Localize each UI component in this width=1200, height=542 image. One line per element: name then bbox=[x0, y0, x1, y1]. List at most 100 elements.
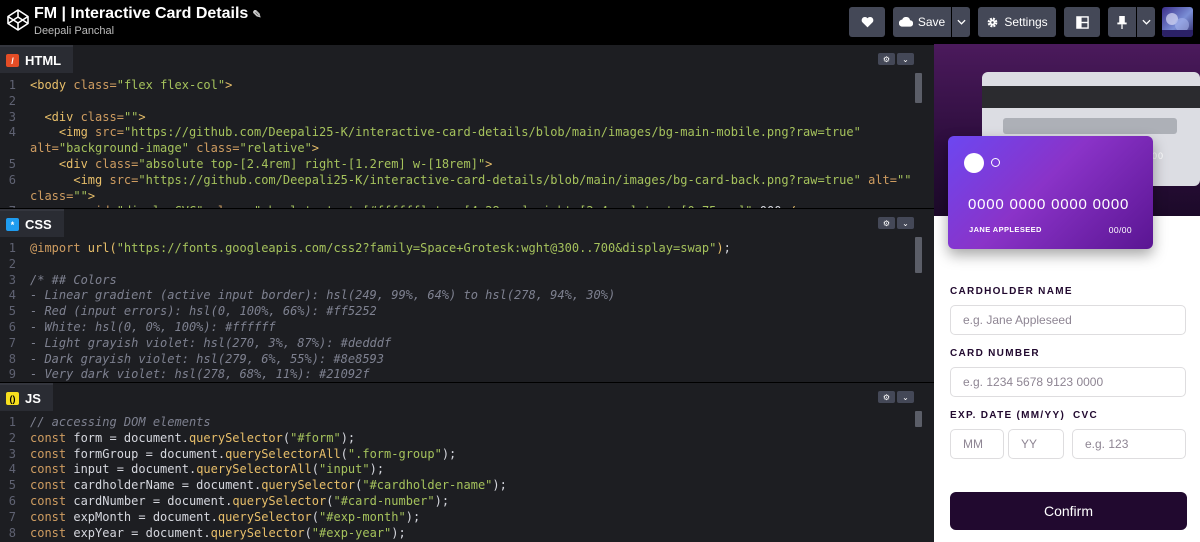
code-text: const form = document.querySelector("#fo… bbox=[30, 430, 355, 446]
code-text: const expYear = document.querySelector("… bbox=[30, 525, 406, 541]
line-number: 5 bbox=[8, 304, 16, 319]
html-scrollbar[interactable] bbox=[915, 73, 922, 103]
chevron-down-icon bbox=[1141, 19, 1151, 25]
code-token: <img bbox=[73, 172, 110, 187]
signature-strip bbox=[1003, 118, 1177, 134]
code-token: class= bbox=[80, 109, 124, 124]
cvc-label: CVC bbox=[1073, 410, 1099, 421]
js-icon: () bbox=[6, 392, 19, 405]
js-collapse-chevron-icon[interactable]: ⌄ bbox=[897, 391, 914, 403]
code-text: const expMonth = document.querySelector(… bbox=[30, 509, 420, 525]
codepen-logo-icon[interactable] bbox=[6, 8, 30, 32]
card-number-input[interactable]: e.g. 1234 5678 9123 0000 bbox=[950, 367, 1186, 397]
css-pane-header: * CSS ⚙ ⌄ bbox=[0, 208, 934, 238]
line-number: 3 bbox=[8, 446, 16, 461]
pen-title[interactable]: FM | Interactive Card Details ✎ bbox=[34, 5, 262, 23]
tab-html[interactable]: / HTML bbox=[0, 45, 74, 74]
tab-css[interactable]: * CSS bbox=[0, 209, 64, 238]
pin-button[interactable] bbox=[1108, 7, 1136, 37]
code-token: const bbox=[30, 509, 74, 524]
tab-js[interactable]: () JS bbox=[0, 383, 53, 412]
magnetic-stripe bbox=[982, 86, 1200, 108]
line-number: 5 bbox=[8, 157, 16, 171]
pin-options-button[interactable] bbox=[1137, 7, 1155, 37]
edit-pencil-icon[interactable]: ✎ bbox=[252, 9, 261, 21]
line-number: 3 bbox=[8, 272, 16, 287]
code-token: ); bbox=[492, 478, 507, 493]
code-token: "https://fonts.googleapis.com/css2?famil… bbox=[116, 241, 717, 255]
code-text: <img src="https://github.com/Deepali25-K… bbox=[30, 124, 861, 140]
line-number: 1 bbox=[8, 415, 16, 429]
css-code-area[interactable]: 1 @import url("https://fonts.googleapis.c… bbox=[0, 237, 934, 382]
code-token: <div bbox=[58, 157, 96, 171]
avatar-image-icon bbox=[1162, 13, 1193, 37]
exp-year-input[interactable]: YY bbox=[1008, 429, 1064, 459]
layout-icon bbox=[1075, 15, 1089, 29]
html-collapse-chevron-icon[interactable]: ⌄ bbox=[897, 53, 914, 65]
code-token: "background-image" bbox=[58, 141, 197, 156]
line-number: 1 bbox=[8, 241, 16, 255]
exp-month-input[interactable]: MM bbox=[950, 429, 1004, 459]
code-token: - Linear gradient (active input border):… bbox=[30, 288, 616, 303]
line-number: 6 bbox=[8, 320, 16, 334]
line-number: 4 bbox=[8, 462, 16, 477]
code-token: ( bbox=[304, 525, 312, 540]
confirm-button[interactable]: Confirm bbox=[950, 492, 1187, 530]
card-logo-circle-icon bbox=[964, 153, 984, 173]
css-collapse-chevron-icon[interactable]: ⌄ bbox=[897, 217, 914, 229]
js-settings-icon[interactable]: ⚙ bbox=[878, 391, 895, 403]
code-token: // accessing DOM elements bbox=[30, 415, 211, 429]
pen-title-text: FM | Interactive Card Details bbox=[34, 5, 249, 22]
js-scrollbar[interactable] bbox=[915, 411, 922, 427]
code-token: ( bbox=[340, 446, 348, 461]
cardholder-name-input[interactable]: e.g. Jane Appleseed bbox=[950, 305, 1186, 335]
code-token: form = document. bbox=[73, 430, 189, 445]
code-text: const input = document.querySelectorAll(… bbox=[30, 461, 384, 477]
cvc-input[interactable]: e.g. 123 bbox=[1072, 429, 1186, 459]
code-text: const cardNumber = document.querySelecto… bbox=[30, 493, 449, 509]
code-token: const bbox=[30, 462, 74, 477]
html-code-area[interactable]: 1 <body class="flex flex-col"> 2 3 <div cla… bbox=[0, 73, 934, 208]
code-token: "https://github.com/Deepali25-K/interact… bbox=[123, 125, 861, 140]
save-button[interactable]: Save bbox=[893, 7, 951, 37]
code-token: class= bbox=[30, 188, 74, 203]
line-number: 2 bbox=[8, 430, 16, 445]
preview-pane: 000 0000 0000 0000 0000 JANE APPLESEED 0… bbox=[934, 44, 1200, 542]
js-code-area[interactable]: 1 // accessing DOM elements 2 const form = … bbox=[0, 411, 934, 542]
change-view-button[interactable] bbox=[1064, 7, 1100, 37]
card-front-exp: 00/00 bbox=[1108, 225, 1132, 235]
code-text: class=""> bbox=[30, 188, 95, 204]
code-token: ( bbox=[311, 462, 320, 477]
code-token: ; bbox=[723, 241, 731, 255]
code-token: "https://github.com/Deepali25-K/interact… bbox=[138, 172, 869, 187]
card-number-label: CARD NUMBER bbox=[950, 348, 1040, 359]
code-token: querySelectorAll bbox=[225, 446, 341, 461]
code-token: src= bbox=[109, 172, 139, 187]
css-scrollbar[interactable] bbox=[915, 237, 922, 273]
author-name[interactable]: Deepali Panchal bbox=[34, 25, 114, 37]
settings-button[interactable]: Settings bbox=[978, 7, 1056, 37]
code-token: ".form-group" bbox=[347, 446, 442, 461]
code-text: - Very dark violet: hsl(278, 68%, 11%): … bbox=[30, 366, 370, 382]
love-button[interactable] bbox=[849, 7, 885, 37]
css-settings-icon[interactable]: ⚙ bbox=[878, 217, 895, 229]
code-token: - Very dark violet: hsl(278, 68%, 11%): … bbox=[30, 367, 370, 382]
save-options-button[interactable] bbox=[952, 7, 970, 37]
code-token: const bbox=[30, 430, 74, 445]
pin-icon bbox=[1117, 15, 1127, 29]
chevron-down-icon bbox=[956, 19, 966, 25]
code-text: - Linear gradient (active input border):… bbox=[30, 287, 615, 303]
code-token: cardholderName = document. bbox=[73, 478, 262, 493]
code-text: - Red (input errors): hsl(0, 100%, 66%):… bbox=[30, 303, 377, 319]
avatar[interactable] bbox=[1162, 7, 1193, 37]
code-token: "" bbox=[123, 109, 139, 124]
code-token: ); bbox=[405, 509, 421, 524]
code-text: <body class="flex flex-col"> bbox=[30, 77, 232, 93]
code-text: - Dark grayish violet: hsl(279, 6%, 55%)… bbox=[30, 351, 384, 367]
line-number: 3 bbox=[8, 109, 16, 124]
code-text: <img src="https://github.com/Deepali25-K… bbox=[30, 172, 911, 188]
line-number: 7 bbox=[8, 335, 16, 350]
code-token: "#exp-month" bbox=[319, 509, 406, 524]
html-settings-icon[interactable]: ⚙ bbox=[878, 53, 895, 65]
